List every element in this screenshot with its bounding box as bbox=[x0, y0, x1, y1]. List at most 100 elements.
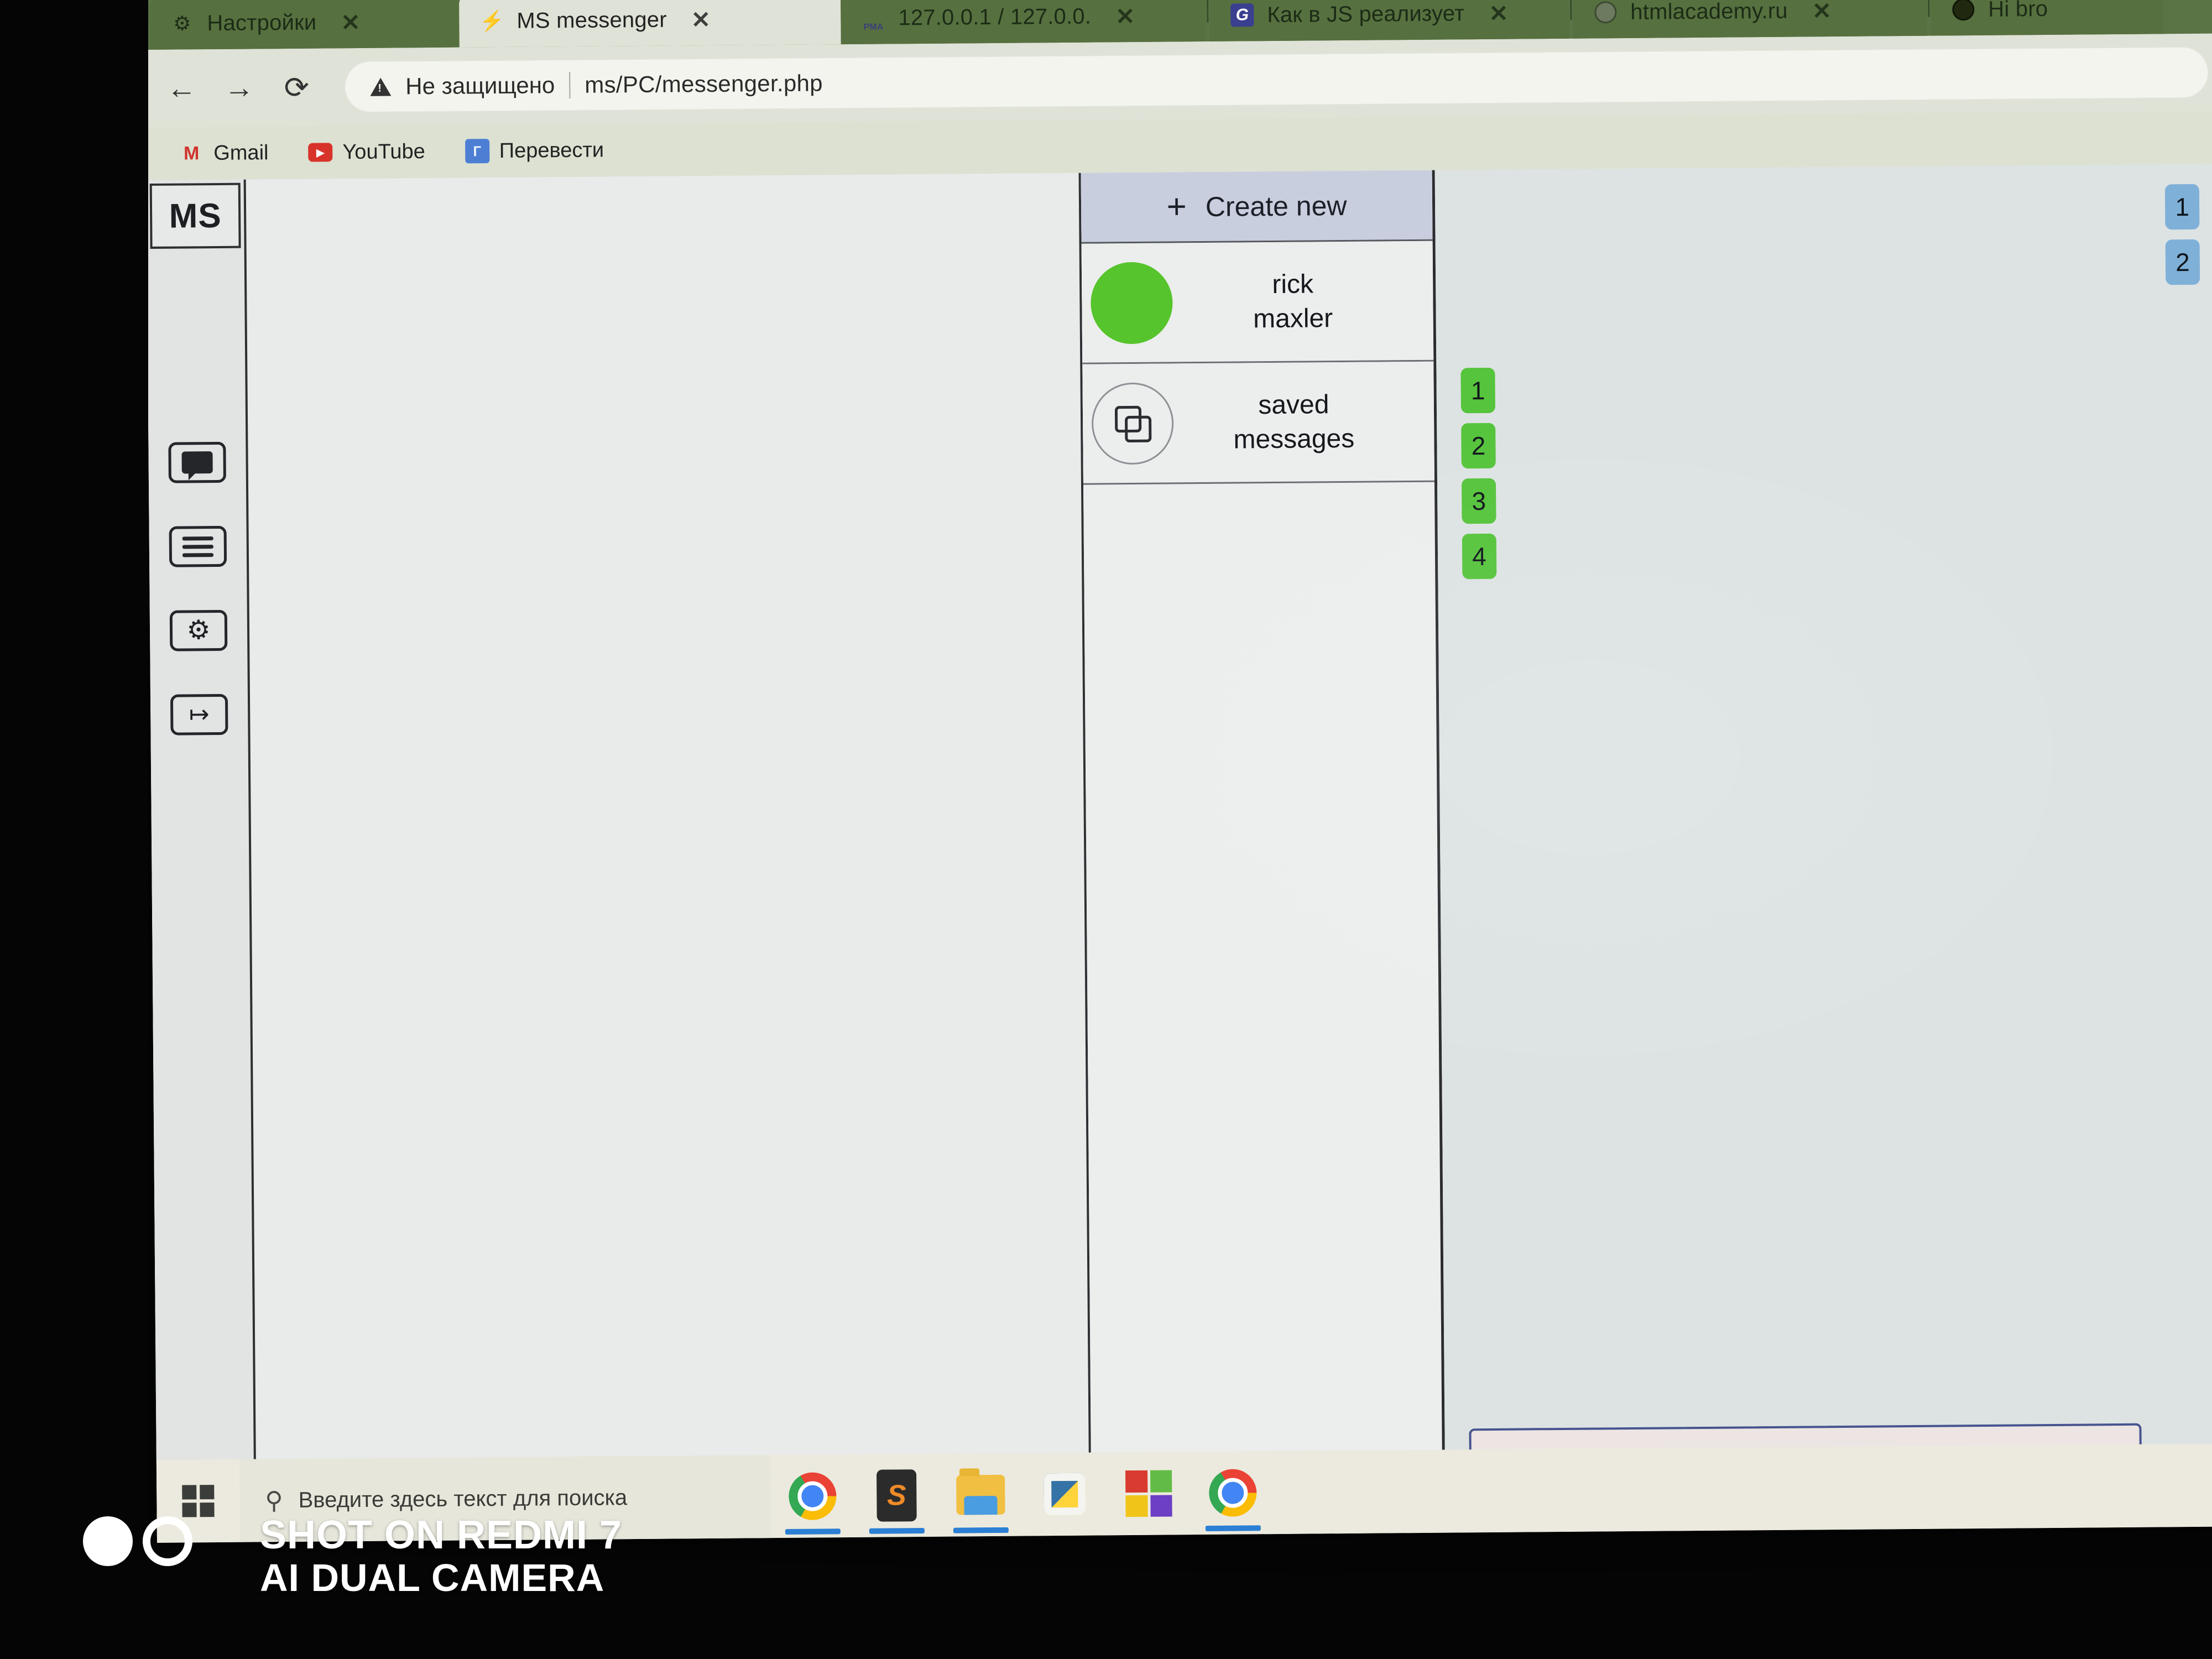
saved-messages-icon bbox=[1091, 382, 1174, 465]
sidebar-item-settings[interactable]: ⚙ bbox=[169, 609, 228, 651]
tab-separator bbox=[1207, 0, 1209, 23]
browser-tab-settings[interactable]: ⚙ Настройки ✕ bbox=[149, 0, 460, 50]
message-bubble-incoming[interactable]: 4 bbox=[1462, 533, 1497, 580]
back-button[interactable]: ← bbox=[162, 69, 201, 108]
bolt-icon: ⚡ bbox=[479, 9, 504, 33]
search-icon: ⚲ bbox=[265, 1486, 283, 1514]
reload-button[interactable]: ⟳ bbox=[277, 68, 316, 107]
contacts-panel: + Create new rick maxler saved messages bbox=[1081, 170, 1446, 1533]
security-label: Не защищено bbox=[405, 72, 555, 100]
globe-dark-icon bbox=[1950, 0, 1976, 22]
hamburger-icon bbox=[182, 532, 213, 561]
create-new-button[interactable]: + Create new bbox=[1081, 170, 1433, 244]
tab-close-button[interactable]: ✕ bbox=[1115, 2, 1135, 29]
taskbar-search-placeholder: Введите здесь текст для поиска bbox=[298, 1485, 628, 1512]
outgoing-message-group: 1 2 bbox=[2164, 184, 2200, 295]
message-bubble-incoming[interactable]: 2 bbox=[1461, 422, 1496, 469]
bookmark-label: Gmail bbox=[213, 140, 269, 165]
chrome-icon bbox=[789, 1472, 837, 1520]
tab-label: htmlacademy.ru bbox=[1630, 0, 1788, 24]
gear-icon: ⚙ bbox=[173, 12, 191, 35]
contact-name-line2: messages bbox=[1233, 424, 1355, 455]
message-bubble-outgoing[interactable]: 1 bbox=[2164, 184, 2200, 230]
photo-border-left bbox=[0, 0, 148, 1659]
chrome-icon bbox=[1209, 1469, 1257, 1517]
watermark-line-2: AI DUAL CAMERA bbox=[260, 1556, 605, 1599]
translate-icon: Г bbox=[465, 139, 489, 164]
tab-close-button[interactable]: ✕ bbox=[691, 6, 711, 33]
list-item[interactable]: rick maxler bbox=[1081, 241, 1434, 364]
browser-tab-htmlacademy[interactable]: htmlacademy.ru ✕ bbox=[1572, 0, 1927, 39]
photo-scene: ⚙ Настройки ✕ ⚡ MS messenger ✕ PMA 127.0… bbox=[0, 0, 2212, 1659]
messenger-app: MS ⚙ ↦ + Create new rick maxler saved me… bbox=[146, 164, 2212, 1541]
watermark-ring-icon bbox=[143, 1516, 192, 1566]
taskbar-item-chrome[interactable] bbox=[770, 1454, 855, 1538]
tab-label: MS messenger bbox=[517, 7, 667, 33]
browser-tab-ms-messenger[interactable]: ⚡ MS messenger ✕ bbox=[459, 0, 841, 48]
python-icon bbox=[1044, 1473, 1086, 1516]
watermark-line-1: SHOT ON REDMI 7 bbox=[260, 1513, 623, 1557]
not-secure-warning-icon bbox=[370, 77, 392, 96]
sidebar-item-chats[interactable] bbox=[168, 441, 226, 483]
green-circle-avatar bbox=[1090, 261, 1173, 345]
logout-icon: ↦ bbox=[189, 701, 210, 728]
gear-icon: ⚙ bbox=[186, 615, 211, 645]
contact-name-line1: saved bbox=[1258, 390, 1329, 420]
message-bubble-incoming[interactable]: 3 bbox=[1461, 478, 1496, 524]
tab-label: Hi bro bbox=[1988, 0, 2048, 22]
sublime-icon: S bbox=[876, 1469, 917, 1522]
folder-icon bbox=[956, 1474, 1005, 1515]
contact-name-line1: rick bbox=[1272, 269, 1314, 300]
bookmark-label: YouTube bbox=[342, 139, 425, 164]
chat-panel: 1 2 1 2 3 4 message ↑ bbox=[1434, 164, 2212, 1531]
plus-icon: + bbox=[1166, 187, 1187, 226]
tab-close-button[interactable]: ✕ bbox=[1812, 0, 1832, 24]
chat-bubble-icon bbox=[181, 451, 213, 474]
omnibox-divider bbox=[569, 71, 571, 98]
sidebar-item-menu[interactable] bbox=[169, 525, 227, 567]
bookmark-youtube[interactable]: ▶ YouTube bbox=[294, 139, 440, 165]
forward-button[interactable]: → bbox=[220, 68, 259, 107]
tab-close-button[interactable]: ✕ bbox=[1489, 0, 1509, 27]
monitor-screen: ⚙ Настройки ✕ ⚡ MS messenger ✕ PMA 127.0… bbox=[145, 0, 2212, 1543]
tab-label: Настройки bbox=[207, 10, 317, 35]
youtube-icon: ▶ bbox=[308, 140, 333, 164]
message-bubble-incoming[interactable]: 1 bbox=[1460, 367, 1496, 414]
browser-tab-phpmyadmin[interactable]: PMA 127.0.0.1 / 127.0.0. ✕ bbox=[841, 0, 1206, 45]
browser-tab-qna[interactable]: G Как в JS реализует ✕ bbox=[1209, 0, 1569, 41]
store-icon bbox=[1125, 1470, 1172, 1517]
taskbar-item-microsoft-store[interactable] bbox=[1107, 1452, 1191, 1535]
contact-name: saved messages bbox=[1173, 387, 1426, 457]
tab-separator bbox=[1928, 0, 1930, 17]
phpmyadmin-icon: PMA bbox=[863, 22, 884, 32]
bookmark-gmail[interactable]: M Gmail bbox=[165, 140, 283, 166]
app-sidebar-rail: MS ⚙ ↦ bbox=[146, 179, 257, 1541]
message-list: 1 2 1 2 3 4 bbox=[1435, 164, 2212, 1414]
create-new-label: Create new bbox=[1205, 190, 1347, 222]
gmail-icon: M bbox=[183, 142, 200, 164]
sidebar-item-logout[interactable]: ↦ bbox=[170, 693, 228, 735]
url-text: ms/PC/messenger.php bbox=[585, 70, 823, 98]
watermark-dot-icon bbox=[83, 1516, 133, 1566]
browser-tab-hi-bro[interactable]: Hi bro bbox=[1930, 0, 2163, 36]
tab-label: 127.0.0.1 / 127.0.0. bbox=[898, 4, 1092, 30]
taskbar-item-python[interactable] bbox=[1022, 1452, 1107, 1536]
contact-name-line2: maxler bbox=[1253, 303, 1333, 333]
taskbar-item-sublime-text[interactable]: S bbox=[854, 1454, 939, 1537]
taskbar-item-file-explorer[interactable] bbox=[938, 1453, 1023, 1537]
windows-logo-icon bbox=[182, 1485, 215, 1517]
tab-separator bbox=[1570, 0, 1572, 20]
tab-close-button[interactable]: ✕ bbox=[341, 8, 361, 35]
taskbar-item-chrome-2[interactable] bbox=[1191, 1451, 1275, 1535]
address-bar[interactable]: Не защищено ms/PC/messenger.php bbox=[344, 46, 2209, 113]
bookmark-label: Перевести bbox=[499, 138, 604, 163]
list-item[interactable]: saved messages bbox=[1082, 361, 1434, 485]
bookmark-translate[interactable]: Г Перевести bbox=[451, 138, 619, 164]
qna-icon: G bbox=[1229, 2, 1255, 28]
contact-name: rick maxler bbox=[1172, 267, 1425, 336]
incoming-message-group: 1 2 3 4 bbox=[1460, 367, 1497, 589]
message-bubble-outgoing[interactable]: 2 bbox=[2165, 239, 2200, 285]
empty-left-pane bbox=[246, 173, 1092, 1540]
tab-label: Как в JS реализует bbox=[1267, 1, 1465, 27]
app-logo: MS bbox=[149, 182, 241, 249]
